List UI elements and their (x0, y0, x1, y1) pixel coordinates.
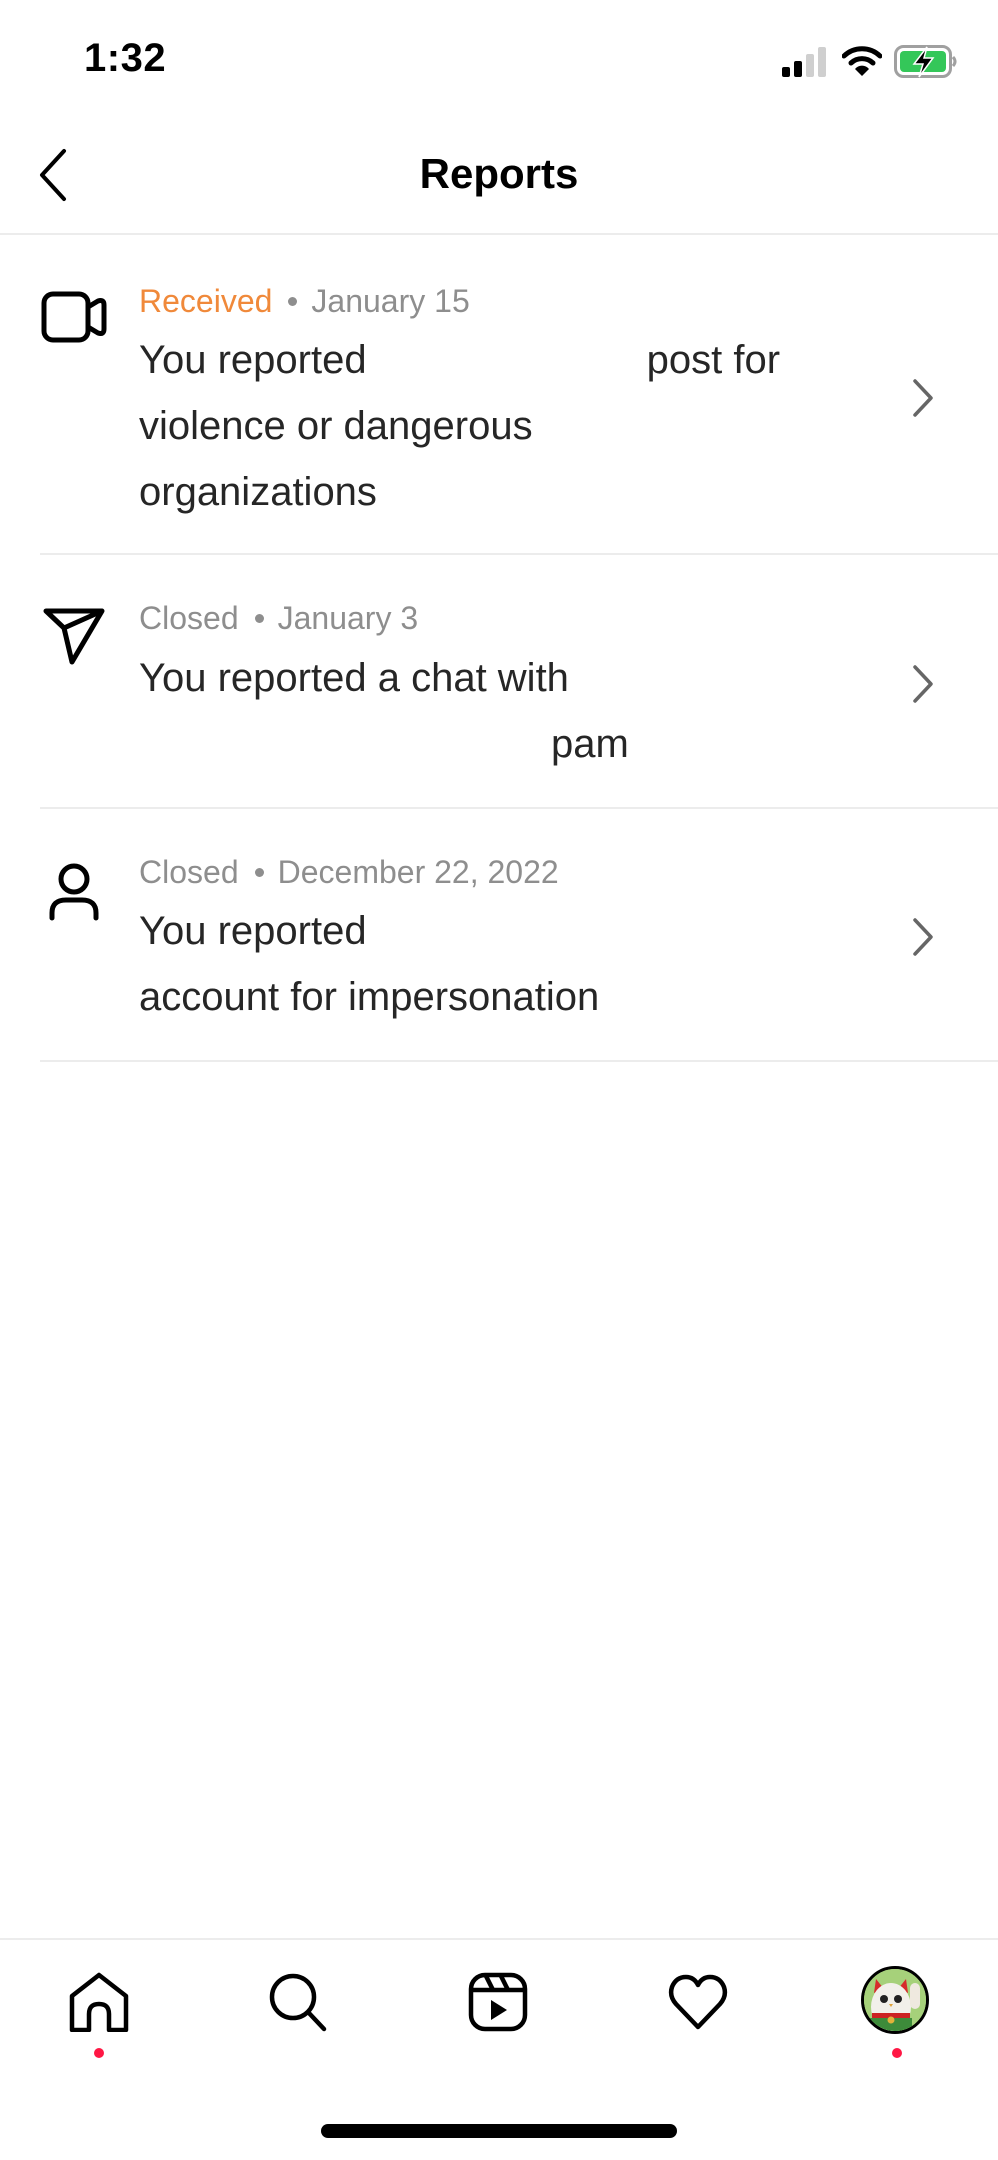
description-text: pam (551, 722, 629, 766)
tab-bar-divider (0, 1938, 998, 1940)
description-text: You reported (139, 338, 367, 382)
search-icon (269, 1973, 327, 2032)
wifi-icon (842, 46, 882, 76)
notification-dot (892, 2048, 902, 2058)
description-text: violence or dangerous (139, 404, 533, 448)
report-row[interactable]: Received January 15 You reported post for … (0, 235, 998, 555)
separator-dot (254, 614, 264, 624)
row-divider (40, 1060, 998, 1062)
description-text: post for (646, 338, 781, 382)
description-text: You reported (139, 909, 367, 953)
separator-dot (254, 868, 264, 878)
chevron-right-icon (913, 918, 933, 956)
home-indicator[interactable] (321, 2124, 677, 2138)
report-date: January 15 (311, 283, 470, 319)
video-camera-icon (41, 291, 107, 343)
paper-plane-icon (43, 608, 105, 665)
report-meta: Received January 15 (139, 283, 470, 320)
notification-dot (94, 2048, 104, 2058)
tab-reels[interactable] (448, 1960, 548, 2070)
report-meta: Closed December 22, 2022 (139, 854, 559, 891)
report-date: January 3 (277, 600, 419, 636)
report-date: December 22, 2022 (277, 854, 559, 890)
battery-charging-icon (894, 45, 957, 78)
chevron-right-icon (913, 379, 933, 417)
report-meta: Closed January 3 (139, 600, 418, 637)
tab-activity[interactable] (648, 1960, 748, 2070)
status-badge: Closed (139, 600, 239, 636)
tab-home[interactable] (49, 1960, 149, 2070)
person-icon (49, 863, 99, 921)
lucky-cat-avatar-icon (864, 1969, 926, 2031)
report-description: You reported a chat with pam (139, 645, 839, 777)
page-title: Reports (419, 150, 579, 197)
separator-dot (288, 297, 298, 307)
status-badge: Received (139, 283, 273, 319)
avatar (861, 1966, 929, 2034)
description-text: organizations (139, 470, 377, 514)
status-time: 1:32 (84, 36, 167, 80)
report-row[interactable]: Closed December 22, 2022 You reported acc… (0, 809, 998, 1062)
status-badge: Closed (139, 854, 239, 890)
description-text: You reported a chat with (139, 656, 569, 700)
report-row[interactable]: Closed January 3 You reported a chat with… (0, 555, 998, 809)
heart-icon (668, 1974, 728, 2030)
tab-search[interactable] (248, 1960, 348, 2070)
tab-profile[interactable] (847, 1960, 947, 2070)
report-description: You reported account for impersonation (139, 898, 839, 1030)
home-icon (69, 1972, 129, 2032)
cellular-signal-icon (782, 47, 826, 77)
reels-icon (468, 1972, 528, 2032)
chevron-right-icon (913, 665, 933, 703)
report-description: You reported post for violence or dangero… (139, 327, 839, 525)
description-text: account for impersonation (139, 975, 600, 1019)
